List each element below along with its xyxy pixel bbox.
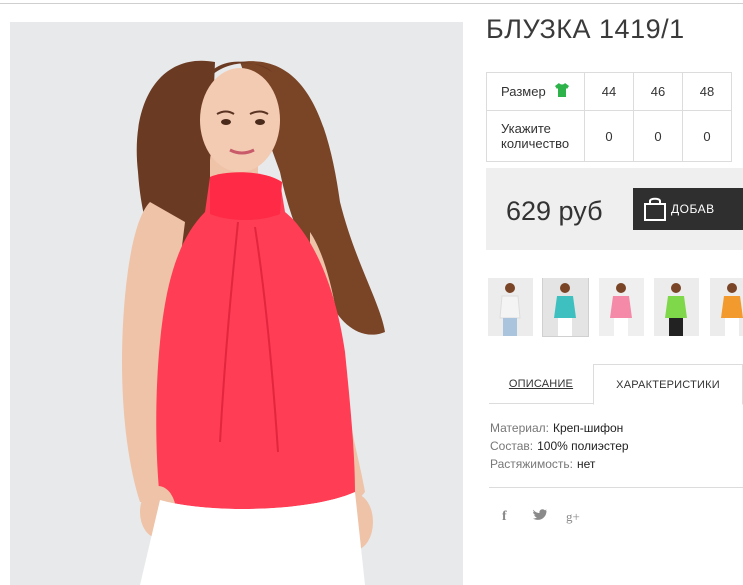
spec-key: Материал: [490, 421, 549, 435]
characteristics-list: Материал: Креп-шифон Состав: 100% полиэсте… [490, 419, 629, 473]
thumbnail-0[interactable] [488, 278, 533, 336]
quantity-label-cell: Укажите количество [486, 110, 585, 162]
add-to-cart-label: ДОБАВ [671, 202, 715, 216]
spec-value: Креп-шифон [552, 421, 624, 435]
product-title: БЛУЗКА 1419/1 [486, 14, 685, 44]
spec-row-material: Материал: Креп-шифон [490, 419, 629, 437]
twitter-bird-icon[interactable] [533, 509, 547, 524]
model-illustration [10, 22, 463, 585]
quantity-label-line2: количество [501, 136, 570, 151]
size-label-cell: Размер [486, 72, 585, 111]
shopping-bag-icon [643, 196, 667, 225]
quantity-input-48[interactable]: 0 [682, 110, 732, 162]
size-option-48: 48 [682, 72, 732, 111]
add-to-cart-button[interactable]: ДОБАВ [633, 188, 743, 230]
google-plus-icon[interactable]: g+ [566, 509, 580, 525]
product-tabs: ОПИСАНИЕ ХАРАКТЕРИСТИКИ [489, 364, 743, 405]
spec-row-stretch: Растяжимость: нет [490, 455, 629, 473]
shirt-icon[interactable] [554, 82, 570, 101]
spec-key: Состав: [490, 439, 534, 453]
tab-description[interactable]: ОПИСАНИЕ [489, 364, 593, 404]
quantity-row: Укажите количество 0 0 0 [486, 110, 732, 162]
thumbnail-4[interactable] [710, 278, 743, 336]
spec-value: нет [577, 457, 596, 471]
price: 629 руб [506, 196, 603, 226]
spec-value: 100% полиэстер [537, 439, 629, 453]
size-row: Размер 44 46 48 [486, 72, 732, 111]
thumbnail-strip [488, 278, 743, 338]
thumbnail-2[interactable] [599, 278, 644, 336]
size-option-44: 44 [584, 72, 634, 111]
top-divider [0, 3, 743, 4]
quantity-input-44[interactable]: 0 [584, 110, 634, 162]
quantity-input-46[interactable]: 0 [633, 110, 683, 162]
spec-row-composition: Состав: 100% полиэстер [490, 437, 629, 455]
thumbnail-3[interactable] [654, 278, 699, 336]
size-option-46: 46 [633, 72, 683, 111]
size-label: Размер [501, 84, 546, 99]
specs-divider [489, 487, 743, 488]
facebook-icon[interactable]: f [502, 509, 507, 525]
size-quantity-table: Размер 44 46 48 Укажите количество 0 0 0 [486, 72, 732, 162]
tab-characteristics[interactable]: ХАРАКТЕРИСТИКИ [593, 364, 743, 405]
spec-key: Растяжимость: [490, 457, 574, 471]
thumbnail-1[interactable] [542, 278, 589, 337]
product-main-photo[interactable] [10, 22, 463, 585]
quantity-label-line1: Укажите [501, 121, 551, 136]
price-panel: 629 руб ДОБАВ [486, 168, 743, 250]
